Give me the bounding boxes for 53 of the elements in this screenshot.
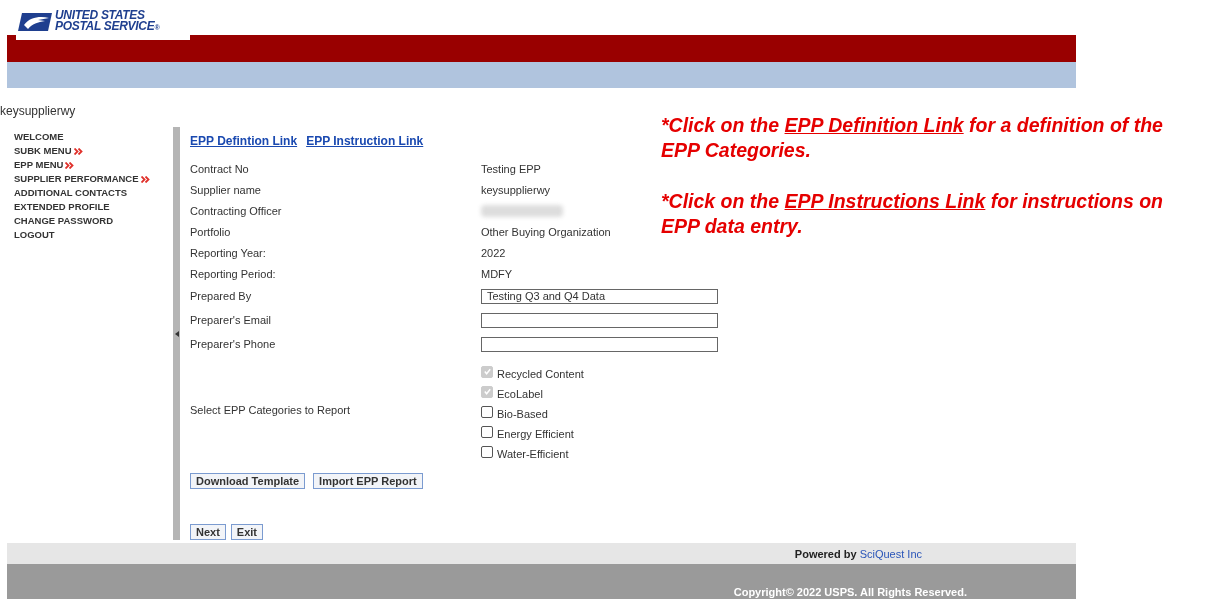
document-link[interactable]: EPP Instruction Link: [306, 134, 424, 154]
field-label: Prepared By: [190, 289, 253, 304]
eagle-icon: [18, 10, 52, 33]
field-value: 2022: [481, 246, 506, 259]
note-link[interactable]: EPP Definition Link: [784, 114, 964, 136]
nav-button[interactable]: Next: [190, 524, 226, 540]
checkbox[interactable]: [481, 445, 493, 458]
checkbox-label: EcoLabel: [497, 388, 543, 400]
nav-link[interactable]: SUPPLIER PERFORMANCE: [14, 172, 173, 186]
checkbox-label: Energy Efficient: [497, 428, 574, 440]
collapse-arrow-icon[interactable]: [174, 330, 179, 337]
powered-by-text: Powered by SciQuest Inc: [794, 547, 922, 560]
input-field[interactable]: [481, 312, 718, 328]
nav-link[interactable]: EXTENDED PROFILE: [14, 200, 173, 214]
instruction-note: *Click on the EPP Definition Link for a definition of the EPP Categories.: [661, 113, 1164, 163]
checkbox-label: Recycled Content: [497, 368, 584, 380]
checkbox[interactable]: [481, 405, 493, 418]
input-field[interactable]: [481, 336, 718, 352]
field-value: Testing EPP: [481, 162, 541, 175]
checkbox[interactable]: [481, 425, 493, 438]
instruction-note: *Click on the EPP Instructions Link for instructions on EPP data entry.: [661, 189, 1164, 239]
input-field[interactable]: Testing Q3 and Q4 Data: [481, 288, 718, 304]
nav-link[interactable]: WELCOME: [14, 130, 173, 144]
vendor-link[interactable]: SciQuest Inc: [859, 547, 922, 560]
field-label: Portfolio: [190, 224, 232, 240]
nav-button[interactable]: Exit: [230, 524, 264, 540]
field-value: Other Buying Organization: [481, 225, 611, 238]
username: keysupplierwy: [0, 104, 77, 120]
nav-link[interactable]: EPP MENU: [14, 158, 173, 172]
document-link[interactable]: EPP Defintion Link: [190, 134, 298, 154]
copyright-text: Copyright© 2022 USPS. All Rights Reserved.: [733, 585, 967, 599]
nav-link[interactable]: ADDITIONAL CONTACTS: [14, 186, 173, 200]
nav-link[interactable]: LOGOUT: [14, 228, 173, 242]
note-link[interactable]: EPP Instructions Link: [784, 190, 986, 212]
action-button[interactable]: Download Template: [190, 473, 306, 489]
double-chevron-icon: [140, 175, 150, 183]
double-chevron-icon: [73, 147, 83, 155]
field-label: Reporting Year:: [190, 245, 267, 261]
field-label: Reporting Period:: [190, 266, 277, 282]
field-label: Contract No: [190, 161, 250, 177]
field-label: Supplier name: [190, 182, 262, 198]
nav-link[interactable]: CHANGE PASSWORD: [14, 214, 173, 228]
double-chevron-icon: [65, 161, 75, 169]
field-label: Preparer's Email: [190, 313, 272, 328]
field-label: Select EPP Categories to Report: [190, 403, 351, 418]
checkbox-label: Bio-Based: [497, 408, 548, 420]
action-button[interactable]: Import EPP Report: [313, 473, 423, 489]
field-value: keysupplierwy: [481, 183, 551, 196]
field-label: Contracting Officer: [190, 203, 283, 219]
checkbox-label: Water-Efficient: [497, 448, 569, 460]
field-label: Preparer's Phone: [190, 337, 277, 352]
nav-link[interactable]: SUBK MENU: [14, 144, 173, 158]
field-value: MDFY: [481, 267, 513, 280]
